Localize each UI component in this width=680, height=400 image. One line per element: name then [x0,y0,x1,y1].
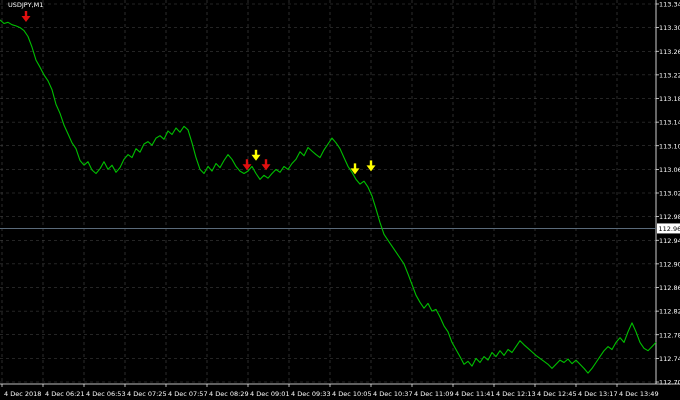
price-axis-label: 113.025 [659,190,680,198]
time-axis-label: 4 Dec 06:21 [45,390,85,398]
price-axis-label: 112.905 [659,260,680,268]
time-axis-label: 4 Dec 09:33 [291,390,331,398]
price-axis-label: 112.945 [659,237,680,245]
price-axis-label: 112.745 [659,355,680,363]
time-axis-label: 4 Dec 06:53 [86,390,126,398]
time-axis-label: 4 Dec 13:17 [578,390,618,398]
price-axis-label: 112.825 [659,308,680,316]
time-axis-label: 4 Dec 08:29 [209,390,249,398]
price-axis-label: 113.065 [659,166,680,174]
time-axis-label: 4 Dec 11:09 [414,390,454,398]
price-axis-label: 113.145 [659,119,680,127]
time-axis-label: 4 Dec 13:49 [619,390,659,398]
chart-symbol-title: USDJPY,M1 [8,1,43,9]
price-axis-label: 113.105 [659,142,680,150]
current-price-label: 112.965 [659,225,680,233]
chart-canvas[interactable]: 112.965 113.345 113.305 113.265 113.225 113.… [0,0,680,400]
price-axis-label: 113.305 [659,24,680,32]
time-axis-label: 4 Dec 09:01 [250,390,290,398]
price-axis-label: 113.345 [659,1,680,9]
time-axis-label: 4 Dec 11:41 [455,390,495,398]
price-axis-label: 112.705 [659,379,680,387]
time-axis-label: 4 Dec 07:57 [168,390,208,398]
price-axis-label: 113.225 [659,71,680,79]
price-axis-label: 113.185 [659,95,680,103]
time-axis-label: 4 Dec 07:25 [127,390,167,398]
price-axis-label: 113.265 [659,48,680,56]
time-axis-label: 4 Dec 10:05 [332,390,372,398]
time-axis-label: 4 Dec 12:45 [537,390,577,398]
price-axis-label: 112.785 [659,331,680,339]
price-axis-label: 112.985 [659,213,680,221]
chart-background [0,0,680,400]
price-axis-label: 112.865 [659,284,680,292]
time-axis-label: 4 Dec 10:37 [373,390,413,398]
price-chart[interactable]: 112.965 113.345 113.305 113.265 113.225 113.… [0,0,680,400]
time-axis-label: 4 Dec 2018 [4,390,41,398]
time-axis-label: 4 Dec 12:13 [496,390,536,398]
